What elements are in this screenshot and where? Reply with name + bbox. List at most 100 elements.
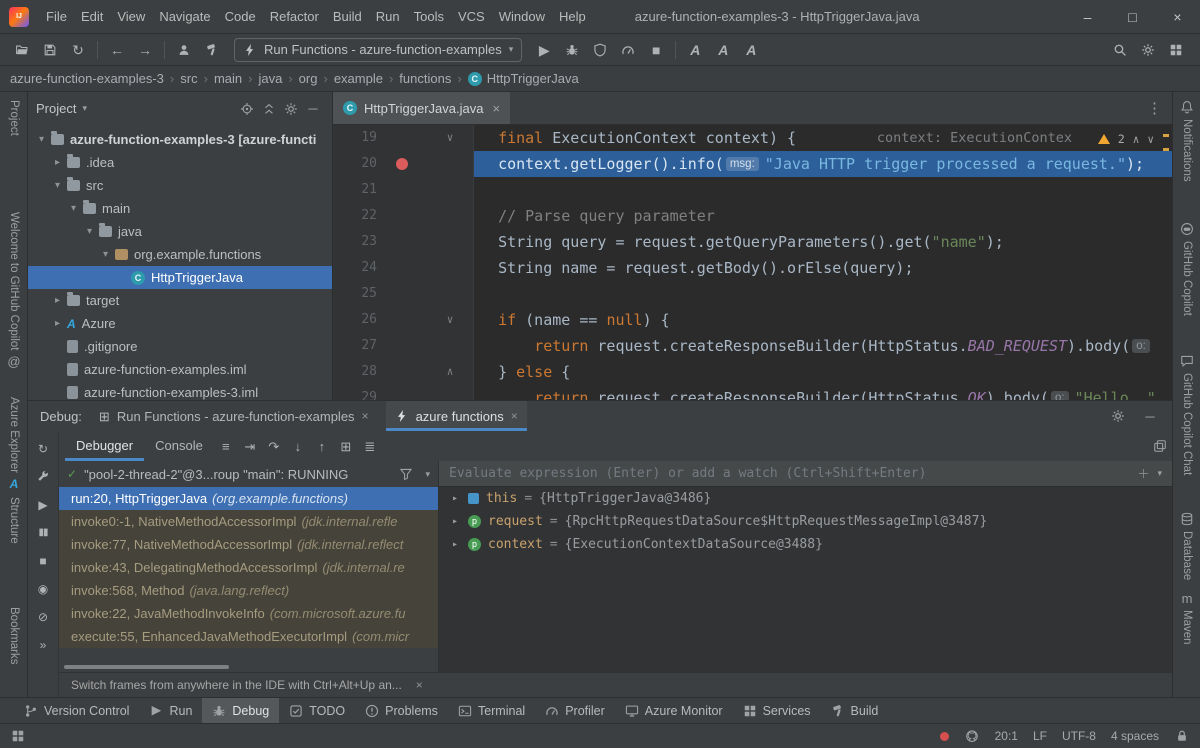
chevron-right-icon[interactable]: ▸: [449, 516, 461, 527]
menu-help[interactable]: Help: [552, 0, 593, 34]
tree-item-target[interactable]: ▸target: [28, 289, 332, 312]
file-encoding[interactable]: UTF-8: [1062, 729, 1096, 743]
stack-frame[interactable]: invoke:77, NativeMethodAccessorImpl (jdk…: [59, 533, 438, 556]
debug-settings-icon[interactable]: [1106, 405, 1130, 427]
save-icon[interactable]: [36, 37, 64, 63]
stripe-button-github-copilot-chat[interactable]: GitHub Copilot Chat: [1173, 354, 1200, 475]
stripe-button-notifications[interactable]: Notifications: [1173, 100, 1200, 182]
close-icon[interactable]: ×: [511, 409, 518, 423]
inspection-widget[interactable]: 2 ∧ ∨: [1098, 132, 1154, 146]
tree-item-azure[interactable]: ▸AAzure: [28, 312, 332, 335]
github-copilot-status-icon[interactable]: [964, 728, 980, 744]
profiler-icon[interactable]: [614, 37, 642, 63]
open-icon[interactable]: [8, 37, 36, 63]
variable-row[interactable]: ▸this={HttpTriggerJava@3486}: [439, 487, 1172, 510]
more-options-icon[interactable]: ⋮: [1137, 92, 1172, 124]
chevron-right-icon[interactable]: ▸: [50, 295, 65, 306]
toolwindow-button-build[interactable]: Build: [821, 698, 889, 723]
tree-item-azure-function-examples-iml[interactable]: azure-function-examples.iml: [28, 358, 332, 381]
stripe-button-database[interactable]: Database: [1173, 512, 1200, 580]
breadcrumb-item[interactable]: main: [214, 71, 242, 86]
code-text[interactable]: String name = request.getBody().orElse(q…: [473, 255, 1172, 281]
breadcrumb-item[interactable]: java: [258, 71, 282, 86]
breadcrumb-item[interactable]: azure-function-examples-3: [10, 71, 164, 86]
stripe-button-maven[interactable]: mMaven: [1173, 592, 1200, 645]
code-text[interactable]: if (name == null) {: [473, 307, 1172, 333]
tree-item-main[interactable]: ▾main: [28, 197, 332, 220]
toolwindow-button-todo[interactable]: TODO: [279, 698, 355, 723]
evaluate-expression-input[interactable]: Evaluate expression (Enter) or add a wat…: [439, 461, 1172, 487]
stack-frame[interactable]: invoke:43, DelegatingMethodAccessorImpl …: [59, 556, 438, 579]
menu-refactor[interactable]: Refactor: [263, 0, 326, 34]
tree-item-httptriggerjava[interactable]: CHttpTriggerJava: [28, 266, 332, 289]
toolwindow-button-terminal[interactable]: Terminal: [448, 698, 535, 723]
collapse-all-icon[interactable]: [258, 99, 280, 119]
chevron-down-icon[interactable]: ▾: [1157, 468, 1162, 479]
thread-selector[interactable]: ✓ "pool-2-thread-2"@3...roup "main": RUN…: [59, 461, 438, 487]
toolwindow-button-services[interactable]: Services: [733, 698, 821, 723]
user-icon[interactable]: [170, 37, 198, 63]
breadcrumb-item[interactable]: CHttpTriggerJava: [468, 71, 579, 86]
chevron-down-icon[interactable]: ▾: [425, 469, 430, 480]
pause-icon[interactable]: ▮▮: [34, 524, 52, 542]
menu-vcs[interactable]: VCS: [451, 0, 492, 34]
menu-tools[interactable]: Tools: [407, 0, 451, 34]
azure-explorer-icon[interactable]: A: [737, 37, 765, 63]
code-text[interactable]: context.getLogger().info(msg:"Java HTTP …: [473, 151, 1172, 177]
tree-item-org-example-functions[interactable]: ▾org.example.functions: [28, 243, 332, 266]
code-text[interactable]: String query = request.getQueryParameter…: [473, 229, 1172, 255]
readonly-lock-icon[interactable]: [1174, 728, 1190, 744]
menu-build[interactable]: Build: [326, 0, 369, 34]
code-text[interactable]: [473, 281, 1172, 307]
back-icon[interactable]: ←: [103, 37, 131, 63]
run-configuration-select[interactable]: Run Functions - azure-function-examples …: [234, 38, 522, 62]
search-everywhere-icon[interactable]: [1106, 37, 1134, 63]
chevron-right-icon[interactable]: ▸: [50, 157, 65, 168]
close-hint-icon[interactable]: ×: [416, 678, 423, 692]
menu-file[interactable]: File: [39, 0, 74, 34]
run-icon[interactable]: ▶: [530, 37, 558, 63]
fold-icon[interactable]: ∧: [427, 359, 473, 385]
toolwindow-button-problems[interactable]: Problems: [355, 698, 448, 723]
code-text[interactable]: // Parse query parameter: [473, 203, 1172, 229]
settings-icon[interactable]: [280, 99, 302, 119]
debug-tab-azure-functions[interactable]: azure functions ×: [386, 401, 527, 431]
stripe-button-structure[interactable]: Structure: [0, 497, 28, 544]
variable-row[interactable]: ▸pcontext={ExecutionContextDataSource@34…: [439, 533, 1172, 556]
breadcrumb-item[interactable]: org: [299, 71, 318, 86]
code-text[interactable]: [473, 177, 1172, 203]
tree-item-java[interactable]: ▾java: [28, 220, 332, 243]
toolwindow-button-debug[interactable]: Debug: [202, 698, 279, 723]
rerun-icon[interactable]: ↻: [34, 440, 52, 458]
menu-edit[interactable]: Edit: [74, 0, 110, 34]
tab-console[interactable]: Console: [144, 431, 214, 461]
azure-deploy-icon[interactable]: A: [709, 37, 737, 63]
more-icon[interactable]: »: [34, 636, 52, 654]
variable-row[interactable]: ▸prequest={RpcHttpRequestDataSource$Http…: [439, 510, 1172, 533]
layout-icon[interactable]: [1162, 37, 1190, 63]
menu-icon[interactable]: ≡: [214, 434, 238, 458]
close-tab-icon[interactable]: ×: [492, 101, 500, 116]
prev-issue-icon[interactable]: ∧: [1133, 133, 1140, 146]
menu-window[interactable]: Window: [492, 0, 552, 34]
stop-icon[interactable]: ■: [34, 552, 52, 570]
build-hammer-icon[interactable]: [198, 37, 226, 63]
resume-icon[interactable]: ▶: [34, 496, 52, 514]
fold-icon[interactable]: ∨: [427, 125, 473, 151]
stack-frame[interactable]: execute:55, EnhancedJavaMethodExecutorIm…: [59, 625, 438, 648]
stripe-button-welcome-to-github-copilot[interactable]: Welcome to GitHub Copilot@: [0, 212, 28, 368]
line-separator[interactable]: LF: [1033, 729, 1047, 743]
azure-signin-icon[interactable]: A: [681, 37, 709, 63]
tree-item-gitignore[interactable]: .gitignore: [28, 335, 332, 358]
menu-run[interactable]: Run: [369, 0, 407, 34]
chevron-down-icon[interactable]: ▾: [66, 203, 81, 214]
stripe-button-project[interactable]: Project: [0, 100, 28, 136]
code-text[interactable]: final ExecutionContext context) {context…: [473, 125, 1172, 151]
locate-icon[interactable]: [236, 99, 258, 119]
toolwindow-button-profiler[interactable]: Profiler: [535, 698, 615, 723]
next-issue-icon[interactable]: ∨: [1147, 133, 1154, 146]
forward-icon[interactable]: →: [131, 37, 159, 63]
stack-frame[interactable]: invoke0:-1, NativeMethodAccessorImpl (jd…: [59, 510, 438, 533]
breadcrumb-item[interactable]: functions: [399, 71, 451, 86]
tree-item-azure-function-examples-3-azure-functi[interactable]: ▾azure-function-examples-3 [azure-functi: [28, 128, 332, 151]
